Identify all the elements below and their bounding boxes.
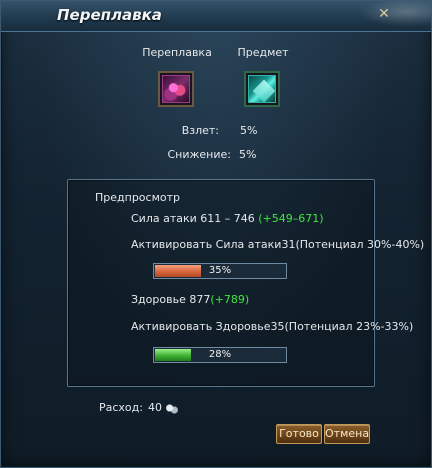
drop-label: Снижение:: [167, 148, 231, 161]
refine-item-icon: [162, 75, 190, 103]
refine-slot-label: Переплавка: [142, 46, 212, 59]
rise-label: Взлет:: [181, 124, 219, 137]
attack-progress-text: 35%: [208, 265, 232, 276]
refine-window: Переплавка ✕ Переплавка Предмет Взлет: 5…: [0, 0, 432, 468]
rise-value: 5%: [240, 124, 258, 137]
item-slot-label: Предмет: [237, 46, 289, 59]
health-label: Здоровье 877: [131, 293, 211, 306]
preview-title: Предпросмотр: [95, 191, 180, 204]
cost-label: Расход:: [99, 401, 143, 414]
refine-slot[interactable]: [158, 71, 194, 107]
window-title: Переплавка: [57, 6, 162, 24]
attack-bonus: (+549–671): [258, 212, 324, 225]
attack-activate-text: Активировать Сила атаки31(Потенциал 30%-…: [131, 238, 425, 251]
health-stat: Здоровье 877(+789): [131, 293, 249, 306]
cost-value: 40: [148, 401, 162, 414]
silver-coin-icon: [166, 404, 178, 414]
close-icon[interactable]: ✕: [375, 5, 393, 23]
item-slot[interactable]: [244, 71, 280, 107]
attack-stat: Сила атаки 611 – 746 (+549–671): [131, 212, 324, 225]
title-bar[interactable]: Переплавка ✕: [1, 1, 431, 32]
attack-label: Сила атаки 611 – 746: [131, 212, 255, 225]
health-bonus: (+789): [210, 293, 250, 306]
crystal-icon: [248, 75, 276, 103]
preview-panel: Предпросмотр Сила атаки 611 – 746 (+549–…: [67, 179, 424, 387]
health-progress-text: 28%: [208, 349, 232, 360]
attack-progress-bar: 35%: [153, 263, 287, 279]
health-activate-text: Активировать Здоровье35(Потенциал 23%-33…: [131, 320, 414, 333]
cancel-button[interactable]: Отмена: [324, 424, 370, 444]
ok-button[interactable]: Готово: [276, 424, 322, 444]
drop-value: 5%: [239, 148, 257, 161]
health-progress-bar: 28%: [153, 347, 287, 363]
